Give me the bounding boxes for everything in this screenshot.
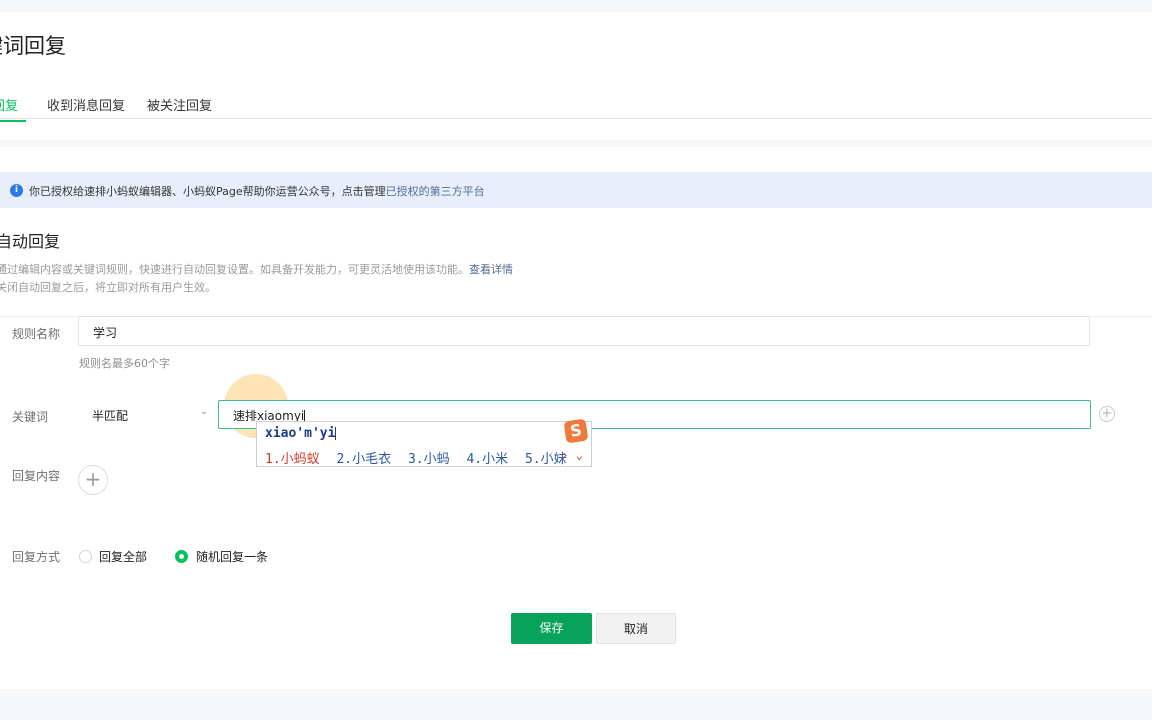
page-title: 键词回复 — [0, 34, 66, 58]
ime-pager: ‹ › ⌄ — [547, 448, 583, 462]
ime-candidate[interactable]: 2.小毛衣 — [336, 452, 391, 467]
chevron-down-icon: ⌄ — [200, 406, 209, 417]
chevron-down-icon[interactable]: ⌄ — [576, 448, 583, 462]
section-title: 自动回复 — [0, 232, 61, 251]
cancel-button[interactable]: 取消 — [596, 613, 676, 644]
notice-bar: i 你已授权给速排小蚂蚁编辑器、小蚂蚁Page帮助你运营公众号，点击管理已授权的… — [0, 172, 1152, 208]
notice-message: 你已授权给速排小蚂蚁编辑器、小蚂蚁Page帮助你运营公众号，点击管理 — [29, 185, 386, 198]
reply-all-label[interactable]: 回复全部 — [99, 548, 147, 565]
radio-reply-all[interactable] — [79, 550, 92, 563]
rule-name-input[interactable]: 学习 — [78, 316, 1090, 346]
chevron-left-icon[interactable]: ‹ — [547, 448, 554, 462]
radio-random-reply[interactable] — [175, 550, 188, 563]
match-mode-value: 半匹配 — [92, 409, 129, 423]
description-text: 通过编辑内容或关键词规则，快速进行自动回复设置。如具备开发能力，可更灵活地使用该… — [0, 263, 469, 276]
ime-candidate[interactable]: 1.小蚂蚁 — [265, 452, 320, 467]
sogou-logo-icon: S — [563, 418, 589, 444]
view-details-link[interactable]: 查看详情 — [469, 263, 513, 276]
ime-candidate[interactable]: 4.小米 — [466, 452, 508, 467]
section-description: 通过编辑内容或关键词规则，快速进行自动回复设置。如具备开发能力，可更灵活地使用该… — [0, 261, 513, 277]
tab-bar: 回复 收到消息回复 被关注回复 — [0, 88, 1152, 122]
tab-message-reply[interactable]: 收到消息回复 — [47, 95, 125, 120]
reply-content-label: 回复内容 — [12, 469, 61, 483]
ime-candidate-window: xiao'm'yi 1.小蚂蚁 2.小毛衣 3.小蚂 4.小米 5.小妹 ‹ ›… — [256, 418, 592, 467]
save-button[interactable]: 保存 — [511, 613, 592, 644]
add-reply-content-button[interactable]: + — [78, 465, 108, 495]
rule-name-label: 规则名称 — [12, 327, 61, 341]
ime-composition-text: xiao'm'yi — [265, 426, 336, 441]
tab-keyword-reply[interactable]: 回复 — [0, 95, 26, 122]
reply-mode-label: 回复方式 — [12, 550, 61, 564]
ime-candidate-list: 1.小蚂蚁 2.小毛衣 3.小蚂 4.小米 5.小妹 — [265, 448, 576, 467]
info-icon: i — [10, 184, 23, 197]
third-party-link[interactable]: 已授权的第三方平台 — [386, 185, 485, 198]
ime-caret — [335, 427, 337, 440]
notice-text: 你已授权给速排小蚂蚁编辑器、小蚂蚁Page帮助你运营公众号，点击管理已授权的第三… — [29, 183, 485, 199]
match-mode-select[interactable]: 半匹配 ⌄ — [78, 400, 214, 428]
rule-name-hint: 规则名最多60个字 — [79, 357, 170, 370]
random-reply-label[interactable]: 随机回复一条 — [196, 548, 268, 565]
header-card — [0, 12, 1152, 140]
chevron-right-icon[interactable]: › — [561, 448, 568, 462]
ime-candidate[interactable]: 3.小蚂 — [408, 452, 450, 467]
section-note: 关闭自动回复之后，将立即对所有用户生效。 — [0, 281, 216, 294]
add-keyword-icon[interactable]: + — [1099, 406, 1115, 422]
tab-follow-reply[interactable]: 被关注回复 — [147, 95, 212, 120]
ime-composition: xiao'm'yi — [265, 426, 337, 441]
keyword-label: 关键词 — [12, 410, 49, 424]
